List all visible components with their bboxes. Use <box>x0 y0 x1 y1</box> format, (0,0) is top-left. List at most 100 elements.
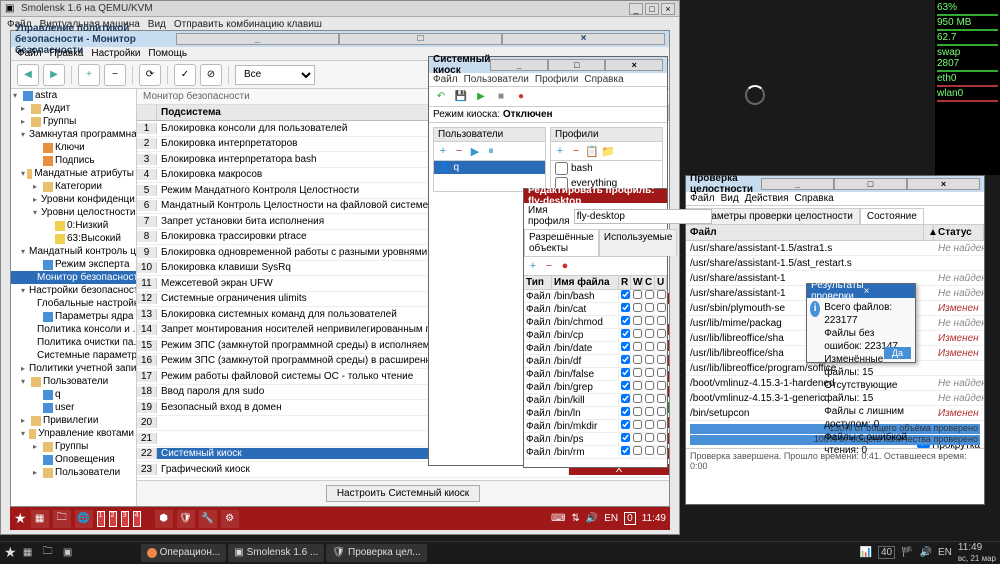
workspace-2[interactable]: 2 <box>109 511 117 527</box>
close-button[interactable]: × <box>661 3 675 15</box>
tree-item[interactable]: ▸Аудит <box>11 102 136 115</box>
tree-item[interactable]: ▸Пользователи <box>11 466 136 479</box>
results-titlebar[interactable]: Результаты проверки × <box>807 284 915 298</box>
table-row[interactable]: Файл/bin/date <box>524 342 667 355</box>
tree-item[interactable]: ▾Уровни целостности <box>11 206 136 219</box>
tree-item[interactable]: ▾Мандатный контроль ц... <box>11 245 136 258</box>
menu-settings[interactable]: Настройки <box>91 48 140 59</box>
minimize-button[interactable]: _ <box>176 33 339 45</box>
kiosk-titlebar[interactable]: Системный киоск _ □ × <box>429 57 667 73</box>
add-icon[interactable]: + <box>436 144 450 158</box>
table-row[interactable]: Файл/bin/kill <box>524 394 667 407</box>
clock[interactable]: 11:49вс, 21 мар <box>958 542 996 564</box>
tray-volume-icon[interactable]: 🔊 <box>586 513 598 524</box>
pause-icon[interactable]: ⏸ <box>484 144 498 158</box>
menu-help[interactable]: Справка <box>584 74 623 85</box>
taskview-icon[interactable]: ▦ <box>31 510 49 528</box>
maximize-button[interactable]: □ <box>339 33 502 45</box>
remove-button[interactable]: − <box>104 64 126 86</box>
tray-icon[interactable]: ⬢ <box>155 510 173 528</box>
tree-item[interactable]: ▸Политики учетной записи <box>11 362 136 375</box>
tray-indicator-icon[interactable]: 📊 <box>859 547 871 558</box>
tray-keyboard-icon[interactable]: ⌨ <box>551 513 565 524</box>
taskbar-task[interactable]: ▣Smolensk 1.6 ... <box>228 544 324 562</box>
tree-item[interactable]: ▾Пользователи <box>11 375 136 388</box>
table-row[interactable]: Файл/bin/df <box>524 355 667 368</box>
menu-help[interactable]: Помощь <box>148 48 187 59</box>
tree-item[interactable]: ▾astra <box>11 89 136 102</box>
tab-allowed-objects[interactable]: Разрешённые объекты <box>524 229 599 256</box>
apply-button[interactable]: ✓ <box>174 64 196 86</box>
workspace-3[interactable]: 3 <box>121 511 129 527</box>
browser-icon[interactable]: 🌐 <box>75 510 93 528</box>
menu-actions[interactable]: Действия <box>745 193 789 204</box>
maximize-button[interactable]: □ <box>834 178 907 190</box>
stop-icon[interactable]: ■ <box>493 89 509 105</box>
ok-button[interactable]: Да <box>884 347 911 359</box>
menu-help[interactable]: Справка <box>795 193 834 204</box>
tree-item[interactable]: ▸Привилегии <box>11 414 136 427</box>
tree-item[interactable]: Глобальные настройк... <box>11 297 136 310</box>
configure-kiosk-button[interactable]: Настроить Системный киоск <box>326 485 480 502</box>
secmon-tree[interactable]: ▾astra▸Аудит ▸Группы ▾Замкнутая программна… <box>11 89 137 506</box>
language-indicator[interactable]: EN <box>938 547 952 558</box>
tree-item[interactable]: 63:Высокий <box>11 232 136 245</box>
table-row[interactable]: Файл/bin/bash <box>524 290 667 303</box>
tab-status[interactable]: Состояние <box>860 208 924 224</box>
table-row[interactable]: Файл/bin/chmod <box>524 316 667 329</box>
menu-view[interactable]: Вид <box>721 193 739 204</box>
add-icon[interactable]: + <box>553 144 567 158</box>
tree-item[interactable]: ▾Управление квотами <box>11 427 136 440</box>
workspace-1[interactable]: 1 <box>97 511 105 527</box>
play-icon[interactable]: ▶ <box>468 144 482 158</box>
minimize-button[interactable]: _ <box>761 178 834 190</box>
tray-flag-icon[interactable]: 🏴 <box>901 547 913 558</box>
tree-item[interactable]: ▾Мандатные атрибуты <box>11 167 136 180</box>
table-row[interactable]: /usr/share/assistant-1.5/astra1.sНе найд… <box>686 241 984 256</box>
minimize-button[interactable]: _ <box>629 3 643 15</box>
tool-icon[interactable]: 🔧 <box>199 510 217 528</box>
tree-item[interactable]: ▸Уровни конфиденци... <box>11 193 136 206</box>
tree-item[interactable]: ▸Категории <box>11 180 136 193</box>
play-icon[interactable]: ▶ <box>473 89 489 105</box>
refresh-button[interactable]: ⟳ <box>139 64 161 86</box>
close-icon[interactable]: × <box>864 286 911 297</box>
tree-item[interactable]: Подпись <box>11 154 136 167</box>
add-icon[interactable]: + <box>526 259 540 273</box>
profile-checkbox[interactable] <box>555 162 568 175</box>
maximize-button[interactable]: □ <box>548 59 606 71</box>
tree-item[interactable]: user <box>11 401 136 414</box>
tree-item[interactable]: Режим эксперта <box>11 258 136 271</box>
table-row[interactable]: Файл/bin/cp <box>524 329 667 342</box>
back-button[interactable]: ◀ <box>17 64 39 86</box>
tab-used[interactable]: Используемые <box>599 229 678 256</box>
taskbar-task[interactable]: Операцион... <box>141 544 227 562</box>
cancel-button[interactable]: ⊘ <box>200 64 222 86</box>
tray-usb-icon[interactable]: 0 <box>624 512 636 525</box>
shield-icon[interactable]: 🛡 <box>177 510 195 528</box>
tree-item[interactable]: q <box>11 388 136 401</box>
filemanager-icon[interactable]: 🗀 <box>53 510 71 528</box>
col-status[interactable]: Статус <box>934 225 984 240</box>
maximize-button[interactable]: □ <box>645 3 659 15</box>
tree-item[interactable]: Политика консоли и ... <box>11 323 136 336</box>
vm-menu-sendkeys[interactable]: Отправить комбинацию клавиш <box>174 19 322 30</box>
gear-icon[interactable]: ⚙ <box>221 510 239 528</box>
user-item[interactable]: 👤 q <box>434 161 545 174</box>
save-icon[interactable]: 💾 <box>453 89 469 105</box>
close-button[interactable]: × <box>907 178 980 190</box>
tree-item[interactable]: ▸Группы <box>11 440 136 453</box>
tree-item[interactable]: Политика очистки па... <box>11 336 136 349</box>
tree-item[interactable]: ▾Настройки безопасност... <box>11 284 136 297</box>
tree-item[interactable]: Ключи <box>11 141 136 154</box>
profile-item[interactable]: bash <box>551 161 662 176</box>
table-row[interactable]: Файл/bin/ps <box>524 433 667 446</box>
table-row[interactable]: /usr/share/assistant-1.5/ast_restart.s <box>686 256 984 271</box>
tree-item[interactable]: Оповещения <box>11 453 136 466</box>
table-row[interactable]: Файл/bin/rm <box>524 446 667 459</box>
start-menu-icon[interactable]: ★ <box>4 544 17 561</box>
copy-icon[interactable]: 📋 <box>585 144 599 158</box>
terminal-icon[interactable]: ▣ <box>59 544 77 562</box>
undo-icon[interactable]: ↶ <box>433 89 449 105</box>
tree-item[interactable]: ▾Замкнутая программна... <box>11 128 136 141</box>
